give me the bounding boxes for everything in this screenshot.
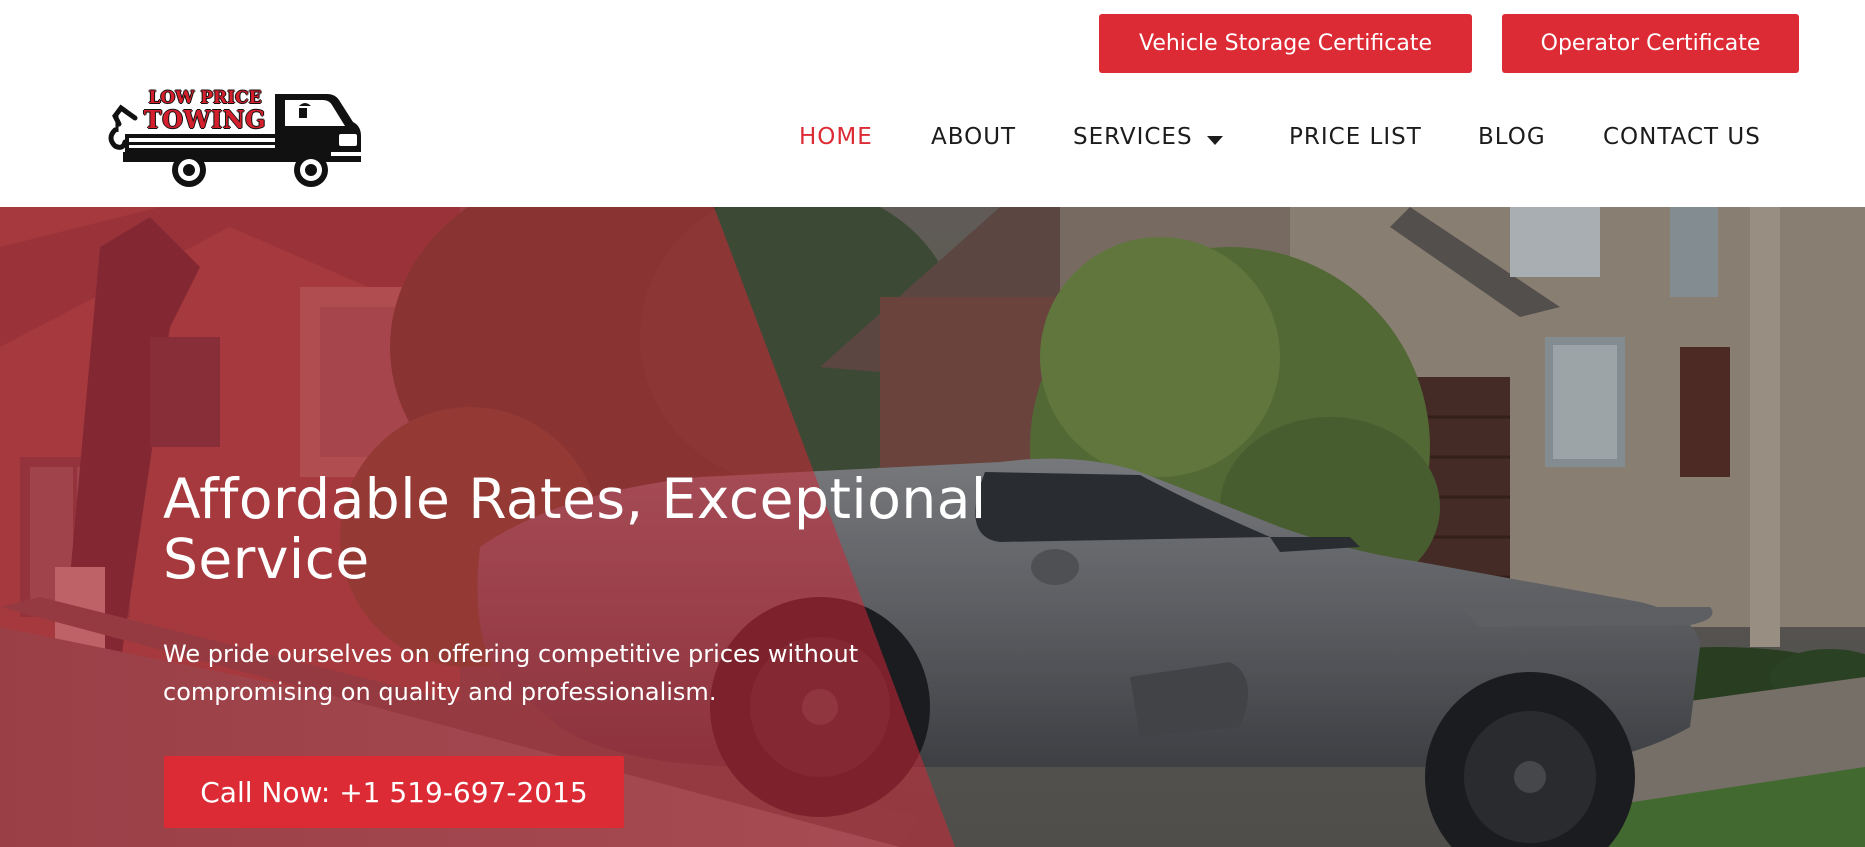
operator-certificate-button[interactable]: Operator Certificate [1502, 14, 1799, 73]
hero-subtitle: We pride ourselves on offering competiti… [163, 640, 859, 706]
vehicle-storage-certificate-button[interactable]: Vehicle Storage Certificate [1099, 14, 1472, 73]
site-header: Vehicle Storage Certificate Operator Cer… [0, 0, 1865, 207]
page: Vehicle Storage Certificate Operator Cer… [0, 0, 1865, 847]
nav-item-home[interactable]: HOME [799, 124, 873, 150]
main-nav: HOME ABOUT SERVICES PRICE LIST BLOG CONT… [0, 118, 1865, 162]
nav-item-services[interactable]: SERVICES [1073, 124, 1193, 150]
hero-title: Affordable Rates, Exceptional Service [163, 467, 987, 591]
hero-section: Affordable Rates, Exceptional Service We… [0, 207, 1865, 847]
nav-item-about[interactable]: ABOUT [931, 124, 1016, 150]
nav-item-contact-us[interactable]: CONTACT US [1603, 124, 1761, 150]
nav-item-blog[interactable]: BLOG [1478, 124, 1546, 150]
caret-down-icon[interactable] [1207, 136, 1223, 145]
call-now-button[interactable]: Call Now: +1 519-697-2015 [164, 756, 624, 828]
nav-item-price-list[interactable]: PRICE LIST [1289, 124, 1422, 150]
